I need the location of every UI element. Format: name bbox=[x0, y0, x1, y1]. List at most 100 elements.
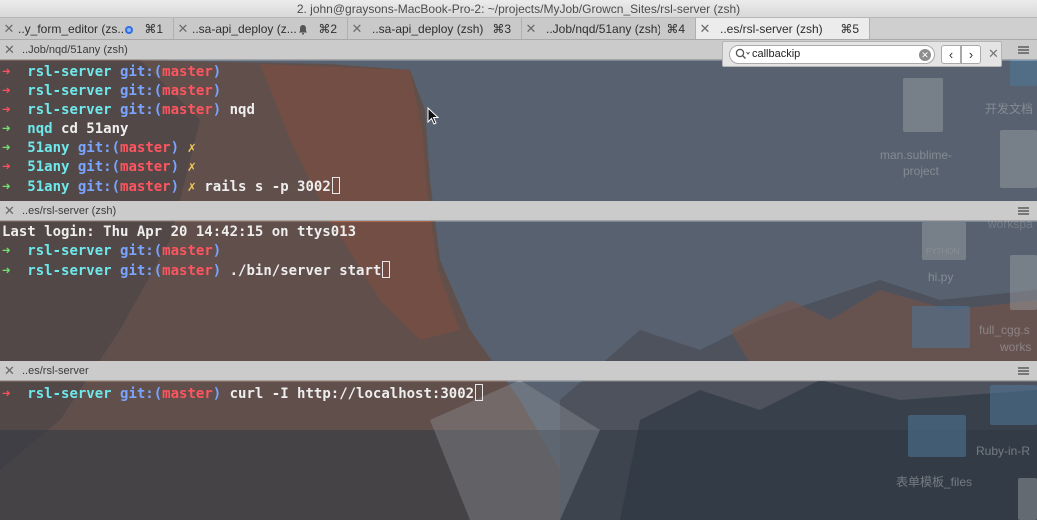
terminal-pane-2[interactable]: Last login: Thu Apr 20 14:42:15 on ttys0… bbox=[0, 222, 1037, 361]
terminal-text: git:( bbox=[111, 102, 163, 118]
terminal-text: rails s -p 3002 bbox=[195, 179, 331, 195]
terminal-text: ✗ bbox=[179, 179, 196, 195]
pane-title: ..es/rsl-server bbox=[22, 365, 89, 377]
tab-3[interactable]: ✕ ..sa-api_deploy (zsh) ⌘3 bbox=[348, 18, 522, 39]
terminal-text: git:( bbox=[69, 140, 121, 156]
tab-shortcut: ⌘3 bbox=[492, 21, 511, 36]
text-cursor bbox=[331, 177, 340, 194]
pane-header-3[interactable]: ✕ ..es/rsl-server bbox=[0, 361, 1037, 381]
tab-bar-empty-area[interactable] bbox=[870, 18, 1037, 39]
close-icon[interactable]: ✕ bbox=[4, 40, 15, 60]
window-title: 2. john@graysons-MacBook-Pro-2: ~/projec… bbox=[296, 2, 741, 16]
terminal-text: ) bbox=[212, 386, 222, 402]
terminal-text: rsl-server bbox=[10, 102, 112, 118]
tab-4[interactable]: ✕ ..Job/nqd/51any (zsh) ⌘4 bbox=[522, 18, 696, 39]
pane-header-2[interactable]: ✕ ..es/rsl-server (zsh) bbox=[0, 201, 1037, 221]
close-icon[interactable]: ✕ bbox=[522, 21, 540, 37]
terminal-text: rsl-server bbox=[10, 64, 112, 80]
pane-menu-icon[interactable] bbox=[1018, 207, 1029, 215]
terminal-text: ) bbox=[212, 102, 222, 118]
terminal-text: ) bbox=[212, 83, 222, 99]
pane-title: ..Job/nqd/51any (zsh) bbox=[22, 44, 128, 56]
terminal-text: 51any bbox=[10, 159, 70, 175]
close-icon[interactable]: ✕ bbox=[348, 21, 366, 37]
terminal-pane-1[interactable]: ➜ rsl-server git:(master) ➜ rsl-server gi… bbox=[0, 61, 1037, 201]
terminal-text: git:( bbox=[111, 64, 163, 80]
terminal-pane-3[interactable]: ➜ rsl-server git:(master) curl -I http:/… bbox=[0, 382, 1037, 520]
tab-label: ..Job/nqd/51any (zsh) bbox=[546, 21, 661, 36]
terminal-text: master bbox=[120, 159, 171, 175]
terminal-text: master bbox=[162, 243, 213, 259]
clear-icon[interactable]: ✕ bbox=[919, 49, 931, 61]
bell-icon bbox=[298, 24, 308, 35]
terminal-text: ) bbox=[170, 140, 180, 156]
close-icon[interactable]: ✕ bbox=[0, 21, 18, 37]
terminal-line: ➜ rsl-server git:(master) bbox=[0, 242, 1037, 261]
tab-label: ..y_form_editor (zs... bbox=[18, 21, 125, 36]
terminal-text: master bbox=[120, 140, 171, 156]
close-icon[interactable]: ✕ bbox=[696, 21, 714, 37]
terminal-text: master bbox=[162, 64, 213, 80]
terminal-text: ✗ bbox=[179, 159, 196, 175]
pane-title: ..es/rsl-server (zsh) bbox=[22, 205, 117, 217]
find-query: callbackip bbox=[752, 48, 801, 60]
tab-label: ..sa-api_deploy (z... bbox=[192, 21, 297, 36]
terminal-text: git:( bbox=[111, 386, 163, 402]
terminal-line: ➜ 51any git:(master) ✗ bbox=[0, 158, 1037, 177]
find-bar: callbackip ✕ ‹ › ✕ bbox=[722, 41, 1002, 67]
terminal-text: git:( bbox=[111, 83, 163, 99]
terminal-text: git:( bbox=[111, 263, 163, 279]
terminal-text: git:( bbox=[69, 179, 121, 195]
terminal-text: nqd bbox=[221, 102, 255, 118]
tab-shortcut: ⌘4 bbox=[666, 21, 685, 36]
terminal-text: curl -I http://localhost:3002 bbox=[221, 386, 475, 402]
tab-2[interactable]: ✕ ..sa-api_deploy (z... ⌘2 bbox=[174, 18, 348, 39]
tab-shortcut: ⌘2 bbox=[318, 21, 337, 36]
window-title-bar[interactable]: 2. john@graysons-MacBook-Pro-2: ~/projec… bbox=[0, 0, 1037, 18]
tab-shortcut: ⌘1 bbox=[144, 21, 163, 36]
terminal-text: rsl-server bbox=[10, 263, 112, 279]
tab-5[interactable]: ✕ ..es/rsl-server (zsh) ⌘5 bbox=[696, 18, 870, 39]
text-cursor bbox=[475, 384, 484, 401]
tab-label: ..es/rsl-server (zsh) bbox=[720, 21, 823, 36]
terminal-text: ) bbox=[212, 263, 222, 279]
terminal-line: Last login: Thu Apr 20 14:42:15 on ttys0… bbox=[0, 223, 1037, 242]
terminal-text: master bbox=[162, 386, 213, 402]
terminal-text: 51any bbox=[10, 179, 70, 195]
find-input[interactable]: callbackip ✕ bbox=[729, 45, 935, 64]
terminal-text: ) bbox=[212, 64, 222, 80]
pane-menu-icon[interactable] bbox=[1018, 46, 1029, 54]
close-icon[interactable]: ✕ bbox=[4, 361, 15, 381]
tab-1[interactable]: ✕ ..y_form_editor (zs... ⌘1 bbox=[0, 18, 174, 39]
terminal-text: git:( bbox=[111, 243, 163, 259]
terminal-text: ) bbox=[170, 179, 180, 195]
search-icon[interactable] bbox=[735, 48, 751, 66]
terminal-text: Last login: Thu Apr 20 14:42:15 on ttys0… bbox=[2, 224, 357, 240]
terminal-text: 51any bbox=[10, 140, 70, 156]
close-icon[interactable]: ✕ bbox=[988, 46, 999, 62]
terminal-line: ➜ rsl-server git:(master) curl -I http:/… bbox=[0, 384, 1037, 403]
mouse-pointer-icon bbox=[427, 106, 440, 130]
tab-shortcut: ⌘5 bbox=[840, 21, 859, 36]
terminal-text: cd 51any bbox=[52, 121, 129, 137]
terminal-line: ➜ 51any git:(master) ✗ rails s -p 3002 bbox=[0, 177, 1037, 196]
terminal-text: master bbox=[162, 83, 213, 99]
terminal-line: ➜ rsl-server git:(master) ./bin/server s… bbox=[0, 261, 1037, 280]
terminal-text: ./bin/server start bbox=[221, 263, 382, 279]
find-next-button[interactable]: › bbox=[961, 45, 981, 64]
tab-label: ..sa-api_deploy (zsh) bbox=[372, 21, 484, 36]
terminal-line: ➜ rsl-server git:(master) nqd bbox=[0, 101, 1037, 120]
find-previous-button[interactable]: ‹ bbox=[941, 45, 961, 64]
terminal-text: rsl-server bbox=[10, 243, 112, 259]
chevron-left-icon: ‹ bbox=[948, 47, 954, 62]
chevron-right-icon: › bbox=[968, 47, 974, 62]
text-cursor bbox=[382, 261, 391, 278]
pane-menu-icon[interactable] bbox=[1018, 367, 1029, 375]
terminal-text: master bbox=[120, 179, 171, 195]
terminal-text: ✗ bbox=[179, 140, 196, 156]
terminal-text: ) bbox=[212, 243, 222, 259]
terminal-line: ➜ 51any git:(master) ✗ bbox=[0, 139, 1037, 158]
close-icon[interactable]: ✕ bbox=[4, 201, 15, 221]
terminal-text: master bbox=[162, 263, 213, 279]
close-icon[interactable]: ✕ bbox=[174, 21, 192, 37]
